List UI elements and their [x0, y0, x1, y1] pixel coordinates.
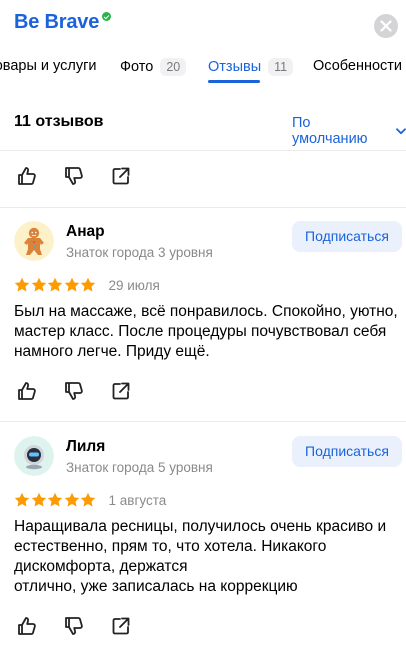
author-name[interactable]: Лиля [66, 438, 105, 456]
reviews-toolbar: 11 отзывов По умолчанию [0, 103, 406, 147]
tabs: Товары и услуги Фото 20 Отзывы 11 Особен… [0, 52, 406, 86]
review-text: Наращивала ресницы, получилось очень кра… [14, 518, 387, 595]
star-icon [47, 492, 63, 507]
star-icon [14, 277, 30, 292]
active-tab-indicator [208, 80, 260, 83]
robot-avatar-icon[interactable] [14, 436, 54, 476]
star-icon [47, 277, 63, 292]
star-icon [64, 492, 79, 507]
review-author: Анар Знаток города 3 уровня Подписаться [14, 221, 406, 265]
review-author: Лиля Знаток города 5 уровня Подписаться [14, 436, 406, 480]
tab-label: Фото [120, 59, 154, 75]
dislike-icon[interactable] [63, 615, 85, 637]
tab-photos[interactable]: Фото 20 [120, 58, 187, 76]
sort-dropdown[interactable]: По умолчанию [292, 115, 406, 147]
tab-label: Особенности [313, 58, 403, 74]
author-level: Знаток города 5 уровня [66, 460, 213, 475]
review-date: 29 июля [108, 277, 160, 293]
chevron-down-icon [396, 127, 406, 134]
subscribe-button[interactable]: Подписаться [292, 221, 402, 252]
close-icon [380, 20, 392, 32]
review-actions [16, 615, 157, 637]
star-icon [31, 492, 46, 507]
subscribe-button[interactable]: Подписаться [292, 436, 402, 467]
review-actions [16, 165, 157, 187]
tab-reviews[interactable]: Отзывы 11 [208, 58, 294, 76]
title-row: Be Brave [14, 11, 112, 34]
star-icon [80, 277, 96, 292]
tab-badge: 20 [160, 58, 187, 76]
divider [0, 150, 406, 151]
header: Be Brave Товары и услуги Фото 20 Отзывы … [0, 0, 406, 120]
tab-features[interactable]: Особенности [313, 58, 402, 74]
close-button[interactable] [374, 14, 398, 38]
divider [0, 207, 406, 208]
tab-badge: 11 [268, 58, 294, 76]
rating-row: 1 августа [14, 492, 166, 508]
rating-row: 29 июля [14, 277, 160, 293]
tab-label: Отзывы [208, 59, 262, 75]
star-icon [31, 277, 46, 292]
rating-stars [14, 277, 97, 293]
like-icon[interactable] [16, 380, 38, 402]
dislike-icon[interactable] [63, 165, 85, 187]
rating-stars [14, 492, 97, 508]
review-text: Был на массаже, всё понравилось. Спокойн… [14, 303, 398, 360]
like-icon[interactable] [16, 615, 38, 637]
review-date: 1 августа [108, 492, 167, 508]
reviews-count: 11 отзывов [14, 113, 104, 130]
share-icon[interactable] [110, 165, 132, 187]
share-icon[interactable] [110, 615, 132, 637]
like-icon[interactable] [16, 165, 38, 187]
gingerbread-avatar-icon[interactable] [14, 221, 54, 261]
tab-label: Товары и услуги [0, 58, 97, 74]
author-name[interactable]: Анар [66, 223, 105, 241]
star-icon [14, 492, 30, 507]
tab-goods[interactable]: Товары и услуги [0, 58, 96, 74]
divider [0, 421, 406, 422]
star-icon [80, 492, 96, 507]
share-icon[interactable] [110, 380, 132, 402]
author-level: Знаток города 3 уровня [66, 245, 213, 260]
dislike-icon[interactable] [63, 380, 85, 402]
sort-label: По умолчанию [292, 115, 368, 147]
review-actions [16, 380, 157, 402]
star-icon [64, 277, 79, 292]
verified-icon [102, 12, 112, 21]
org-title[interactable]: Be Brave [14, 11, 99, 34]
